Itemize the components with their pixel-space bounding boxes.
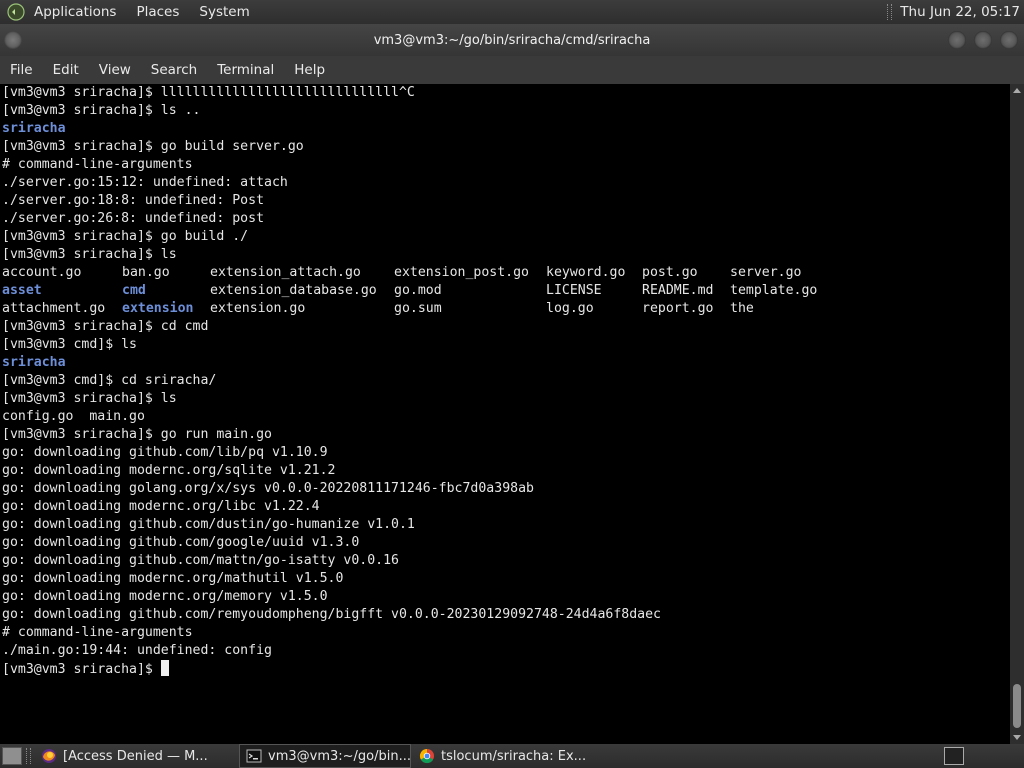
terminal-line: config.go main.go [2,409,145,424]
terminal-line: [vm3@vm3 sriracha]$ cd cmd [2,319,209,334]
ls-entry: README.md [642,283,714,298]
task-label: [Access Denied — M... [63,748,208,764]
terminal-line: [vm3@vm3 sriracha]$ ls [2,247,177,262]
terminal-line: # command-line-arguments [2,157,193,172]
terminal-prompt-line[interactable]: [vm3@vm3 sriracha]$ [0,660,1010,678]
ls-output-row: attachment.go extension extension.go go.… [0,300,1010,318]
terminal-line: [vm3@vm3 sriracha]$ ls .. [2,103,201,118]
terminal-line: go: downloading modernc.org/mathutil v1.… [2,571,344,586]
window-titlebar[interactable]: vm3@vm3:~/go/bin/sriracha/cmd/sriracha [0,24,1024,56]
task-terminal[interactable]: vm3@vm3:~/go/bin... [239,744,411,768]
close-button[interactable] [1000,31,1018,49]
ls-entry: the [730,301,754,316]
terminal-line: ./main.go:19:44: undefined: config [2,643,272,658]
menu-edit[interactable]: Edit [43,62,89,78]
distro-logo-icon[interactable] [6,2,26,22]
ls-entry: ban.go [122,265,170,280]
chrome-icon [419,748,435,764]
terminal-line: go: downloading github.com/google/uuid v… [2,535,360,550]
ls-entry: account.go [2,265,82,280]
ls-entry: keyword.go [546,265,626,280]
terminal-line: [vm3@vm3 sriracha]$ ls [2,391,177,406]
terminal-line: go: downloading golang.org/x/sys v0.0.0-… [2,481,534,496]
task-firefox[interactable]: [Access Denied — M... [35,745,237,767]
terminal-line: ./server.go:15:12: undefined: attach [2,175,288,190]
terminal-icon [246,748,262,764]
system-menu[interactable]: System [199,4,249,20]
ls-entry: extension_post.go [394,265,529,280]
ls-entry: log.go [546,301,594,316]
terminal-scrollbar[interactable] [1010,84,1024,744]
firefox-icon [41,748,57,764]
terminal-line: go: downloading github.com/dustin/go-hum… [2,517,415,532]
menu-help[interactable]: Help [284,62,335,78]
terminal-line: go: downloading github.com/mattn/go-isat… [2,553,399,568]
menu-terminal[interactable]: Terminal [207,62,284,78]
maximize-button[interactable] [974,31,992,49]
terminal-line: [vm3@vm3 sriracha]$ llllllllllllllllllll… [2,85,415,100]
terminal-line: go: downloading modernc.org/libc v1.22.4 [2,499,320,514]
ls-entry: extension_database.go [210,283,377,298]
terminal-cursor [160,660,169,676]
ls-entry: go.sum [394,301,442,316]
menu-search[interactable]: Search [141,62,207,78]
menu-file[interactable]: File [0,62,43,78]
workspace-switcher[interactable] [944,747,964,765]
terminal-line: go: downloading github.com/remyoudomphen… [2,607,661,622]
ls-entry-dir: cmd [122,283,146,298]
window-title: vm3@vm3:~/go/bin/sriracha/cmd/sriracha [373,32,651,48]
ls-entry: post.go [642,265,698,280]
terminal-line: ./server.go:26:8: undefined: post [2,211,265,226]
ls-output-row: asset cmd extension_database.go go.mod L… [0,282,1010,300]
scroll-down-icon[interactable] [1013,735,1021,740]
terminal-output[interactable]: [vm3@vm3 sriracha]$ llllllllllllllllllll… [0,84,1010,744]
terminal-line: [vm3@vm3 cmd]$ cd sriracha/ [2,373,217,388]
bottom-taskbar: [Access Denied — M... vm3@vm3:~/go/bin..… [0,744,1024,768]
terminal-line: [vm3@vm3 cmd]$ ls [2,337,137,352]
terminal-prompt: [vm3@vm3 sriracha]$ [2,662,161,677]
terminal-line: go: downloading modernc.org/memory v1.5.… [2,589,328,604]
ls-entry: go.mod [394,283,442,298]
window-menu-button[interactable] [4,31,22,49]
ls-entry-dir: extension [122,301,194,316]
top-panel: Applications Places System Thu Jun 22, 0… [0,0,1024,24]
ls-entry: server.go [730,265,802,280]
places-menu[interactable]: Places [136,4,179,20]
ls-output-row: account.go ban.go extension_attach.go ex… [0,264,1010,282]
ls-entry-dir: asset [2,283,42,298]
minimize-button[interactable] [948,31,966,49]
show-desktop-icon[interactable] [2,747,22,765]
task-label: tslocum/sriracha: Ex... [441,748,587,764]
ls-entry: attachment.go [2,301,106,316]
scroll-up-icon[interactable] [1013,88,1021,93]
terminal-line: [vm3@vm3 sriracha]$ go build ./ [2,229,249,244]
task-chrome[interactable]: tslocum/sriracha: Ex... [413,745,593,767]
taskbar-grip [26,748,31,764]
terminal-menubar: File Edit View Search Terminal Help [0,56,1024,84]
scrollbar-thumb[interactable] [1013,684,1021,728]
terminal-line: [vm3@vm3 sriracha]$ go run main.go [2,427,272,442]
clock[interactable]: Thu Jun 22, 05:17 [900,4,1020,20]
ls-entry: report.go [642,301,714,316]
applications-menu[interactable]: Applications [34,4,116,20]
ls-entry: LICENSE [546,283,602,298]
terminal-line: [vm3@vm3 sriracha]$ go build server.go [2,139,304,154]
ls-entry: extension.go [210,301,306,316]
task-label: vm3@vm3:~/go/bin... [268,748,411,764]
terminal-line: go: downloading modernc.org/sqlite v1.21… [2,463,336,478]
menu-view[interactable]: View [89,62,141,78]
terminal-line: ./server.go:18:8: undefined: Post [2,193,265,208]
terminal-line: go: downloading github.com/lib/pq v1.10.… [2,445,328,460]
terminal-line: # command-line-arguments [2,625,193,640]
terminal-line: sriracha [2,121,66,136]
ls-entry: template.go [730,283,818,298]
terminal-line: sriracha [2,355,66,370]
ls-entry: extension_attach.go [210,265,361,280]
panel-grip [887,4,893,20]
